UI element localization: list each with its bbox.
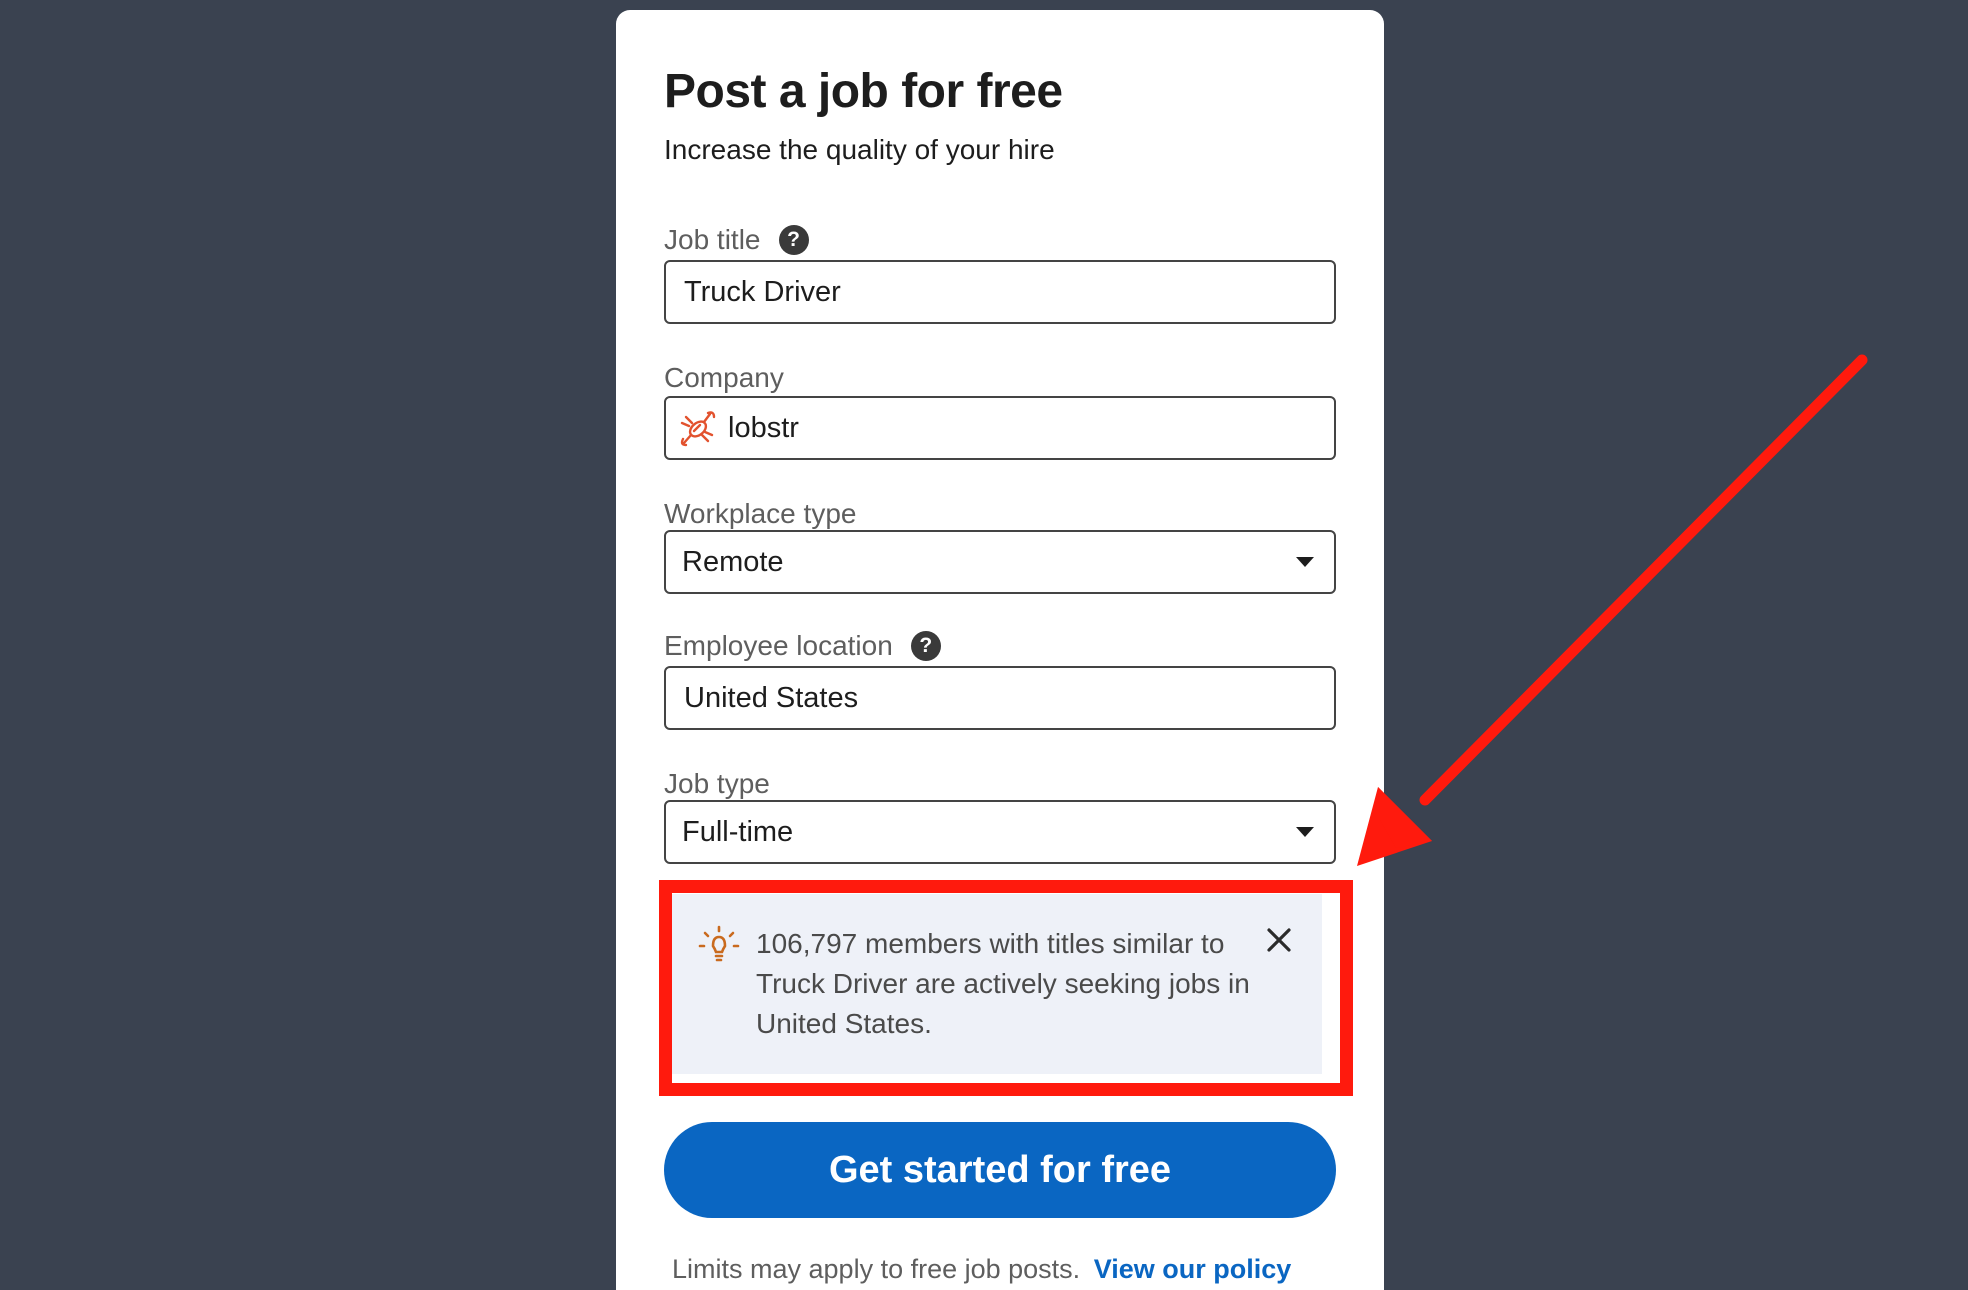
company-label-text: Company xyxy=(664,362,784,393)
job-type-select[interactable]: Full-time xyxy=(664,800,1336,864)
workplace-type-select[interactable]: Remote xyxy=(664,530,1336,594)
employee-location-label-text: Employee location xyxy=(664,630,893,661)
post-job-card: Post a job for free Increase the quality… xyxy=(616,10,1384,1290)
employee-location-input[interactable]: United States xyxy=(664,666,1336,730)
view-policy-link[interactable]: View our policy xyxy=(1094,1254,1292,1284)
employee-location-help-icon[interactable]: ? xyxy=(910,631,941,661)
employee-location-label: Employee location ? xyxy=(664,630,941,662)
footer-text: Limits may apply to free job posts. xyxy=(672,1254,1081,1284)
company-value: lobstr xyxy=(728,411,799,444)
annotation-highlight-box xyxy=(659,880,1353,1096)
get-started-button[interactable]: Get started for free xyxy=(664,1122,1336,1218)
page-subtitle: Increase the quality of your hire xyxy=(664,134,1055,165)
company-input[interactable]: lobstr xyxy=(664,396,1336,460)
job-title-input[interactable]: Truck Driver xyxy=(664,260,1336,324)
lobster-logo-icon xyxy=(680,411,716,447)
chevron-down-icon xyxy=(1296,557,1314,567)
workplace-type-label: Workplace type xyxy=(664,498,856,530)
job-title-label: Job title ? xyxy=(664,224,809,256)
footer-note: Limits may apply to free job posts. View… xyxy=(672,1254,1291,1285)
job-type-label: Job type xyxy=(664,768,770,800)
company-label: Company xyxy=(664,362,784,394)
page-title: Post a job for free xyxy=(664,65,1063,118)
screen: Post a job for free Increase the quality… xyxy=(0,0,1968,1290)
job-type-label-text: Job type xyxy=(664,768,770,799)
workplace-type-label-text: Workplace type xyxy=(664,498,857,529)
workplace-type-value: Remote xyxy=(682,545,784,578)
job-title-help-icon[interactable]: ? xyxy=(778,225,809,255)
employee-location-value: United States xyxy=(684,681,859,714)
chevron-down-icon xyxy=(1296,827,1314,837)
job-title-label-text: Job title xyxy=(664,224,761,255)
job-type-value: Full-time xyxy=(682,815,794,848)
job-title-value: Truck Driver xyxy=(684,275,841,308)
